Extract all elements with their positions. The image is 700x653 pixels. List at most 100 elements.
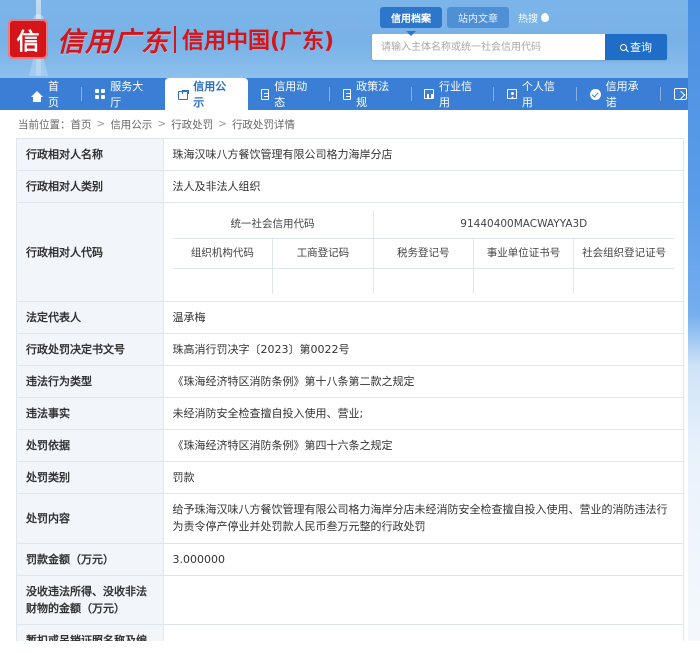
row-value: 法人及非法人组织 <box>163 170 684 204</box>
row-value: 《珠海经济特区消防条例》第四十六条之规定 <box>163 429 684 463</box>
search-tabs: 信用档案 站内文章 热搜 <box>372 7 667 36</box>
breadcrumb-item-current: 行政处罚详情 <box>231 118 295 131</box>
code-header: 社会组织登记证号 <box>573 238 674 269</box>
code-header: 工商登记码 <box>272 238 374 269</box>
row-label: 没收违法所得、没收非法财物的金额（万元） <box>17 575 164 625</box>
nav-label: 首页 <box>48 80 59 109</box>
search-tab-credit-archive[interactable]: 信用档案 <box>380 7 442 36</box>
table-row: 处罚类别 罚款 <box>17 461 684 495</box>
row-label: 处罚类别 <box>17 461 164 495</box>
table-row-penalty-content: 处罚内容 给予珠海汉味八方餐饮管理有限公司格力海岸分店未经消防安全检查擅自投入使… <box>17 493 684 544</box>
search-button-label: 查询 <box>630 41 652 54</box>
doc-icon <box>260 88 270 100</box>
table-row: 违法行为类型 《珠海经济特区消防条例》第十八条第二款之规定 <box>17 365 684 399</box>
search-input[interactable] <box>372 34 605 60</box>
table-row: 行政处罚决定书文号 珠高消行罚决字〔2023〕第0022号 <box>17 333 684 367</box>
row-value: 温承梅 <box>163 301 684 335</box>
row-label: 罚款金额（万元） <box>17 543 164 576</box>
main-nav: 首页 服务大厅 信用公示 信用动态 政策法规 行业信用 个人信用 信用承诺 <box>0 78 700 110</box>
code-value <box>473 268 575 295</box>
breadcrumb-item-credit-publicity[interactable]: 信用公示 <box>110 117 152 132</box>
row-label: 行政相对人名称 <box>17 139 164 172</box>
code-value <box>172 268 274 295</box>
row-label: 行政处罚决定书文号 <box>17 333 164 367</box>
table-row: 罚款金额（万元） 3.000000 <box>17 543 684 576</box>
badge-icon <box>177 89 190 100</box>
uscc-value: 91440400MACWAYYA3D <box>373 210 674 240</box>
footer-strip <box>0 641 700 653</box>
row-label: 处罚依据 <box>17 429 164 463</box>
row-value: 珠高消行罚决字〔2023〕第0022号 <box>163 333 684 367</box>
search-icon <box>620 43 627 51</box>
code-header: 组织机构代码 <box>172 238 274 269</box>
row-label: 处罚内容 <box>17 493 164 544</box>
code-value <box>373 268 474 295</box>
search-tab-hot[interactable]: 热搜 <box>514 7 553 28</box>
home-icon <box>31 91 43 102</box>
entity-code-subtable-cell: 统一社会信用代码 91440400MACWAYYA3D 组织机构代码 工商登记码… <box>163 202 684 303</box>
grid-icon <box>94 88 105 100</box>
nav-item-credit-news[interactable]: 信用动态 <box>248 78 329 110</box>
row-value: 给予珠海汉味八方餐饮管理有限公司格力海岸分店未经消防安全检查擅自投入使用、营业的… <box>163 493 684 544</box>
breadcrumb-separator: > <box>218 118 227 130</box>
code-value <box>272 268 374 295</box>
site-logo[interactable]: 信 信用广东 信用中国(广东) <box>8 19 334 59</box>
nav-label: 服务大厅 <box>110 80 144 109</box>
nav-label: 信用动态 <box>274 80 308 109</box>
search-submit-button[interactable]: 查询 <box>605 34 667 60</box>
expand-icon <box>674 88 688 100</box>
flame-icon <box>540 12 550 23</box>
row-value: 3.000000 <box>163 543 684 576</box>
hot-label: 热搜 <box>518 14 538 25</box>
code-header: 事业单位证书号 <box>473 238 575 269</box>
nav-item-service-hall[interactable]: 服务大厅 <box>82 78 165 110</box>
nav-label: 信用承诺 <box>605 80 639 109</box>
row-label: 行政相对人代码 <box>17 202 164 303</box>
breadcrumb-prefix: 当前位置： <box>18 118 71 131</box>
nav-label: 信用公示 <box>193 80 227 109</box>
table-row: 行政相对人名称 珠海汉味八方餐饮管理有限公司格力海岸分店 <box>17 139 684 172</box>
table-row: 处罚依据 《珠海经济特区消防条例》第四十六条之规定 <box>17 429 684 463</box>
doc-icon <box>342 88 352 100</box>
page-edge-strip <box>688 0 700 653</box>
breadcrumb-separator: > <box>96 118 106 130</box>
nav-item-credit-publicity[interactable]: 信用公示 <box>164 78 248 110</box>
nav-item-home[interactable]: 首页 <box>18 78 81 110</box>
nav-label: 行业信用 <box>439 80 472 109</box>
nav-item-credit-commitment[interactable]: 信用承诺 <box>577 78 660 110</box>
breadcrumb: 当前位置： 首页 > 信用公示 > 行政处罚 > 行政处罚详情 <box>0 110 700 138</box>
logo-divider <box>174 25 176 53</box>
subtable-row-values <box>172 268 675 295</box>
logo-main-text: 信用广东 <box>57 26 169 58</box>
nav-label: 政策法规 <box>356 80 390 109</box>
nav-item-industry-credit[interactable]: 行业信用 <box>411 78 493 110</box>
table-row: 没收违法所得、没收非法财物的金额（万元） <box>17 575 684 625</box>
uscc-label: 统一社会信用代码 <box>172 210 374 240</box>
table-row-entity-code: 行政相对人代码 统一社会信用代码 91440400MACWAYYA3D 组织机构… <box>17 202 684 303</box>
row-label: 法定代表人 <box>17 301 164 335</box>
check-circle-icon <box>590 88 601 100</box>
breadcrumb-separator: > <box>157 118 167 130</box>
nav-item-personal-credit[interactable]: 个人信用 <box>494 78 576 110</box>
nav-label: 个人信用 <box>521 80 555 109</box>
table-row: 违法事实 未经消防安全检查擅自投入使用、营业; <box>17 397 684 431</box>
code-value <box>574 268 674 294</box>
search-tab-site-articles[interactable]: 站内文章 <box>447 7 509 28</box>
subtable-row-headers: 组织机构代码 工商登记码 税务登记号 事业单位证书号 社会组织登记证号 <box>172 238 674 269</box>
row-value: 珠海汉味八方餐饮管理有限公司格力海岸分店 <box>163 139 684 172</box>
breadcrumb-item-home[interactable]: 首页 <box>71 117 92 132</box>
seal-icon: 信 <box>8 19 48 59</box>
table-row: 法定代表人 温承梅 <box>17 301 684 335</box>
subtable-row-uscc: 统一社会信用代码 91440400MACWAYYA3D <box>172 210 674 240</box>
row-value: 未经消防安全检查擅自投入使用、营业; <box>163 397 684 431</box>
penalty-detail-table: 行政相对人名称 珠海汉味八方餐饮管理有限公司格力海岸分店 行政相对人类别 法人及… <box>16 138 684 653</box>
breadcrumb-item-admin-penalty[interactable]: 行政处罚 <box>171 117 213 132</box>
code-header: 税务登记号 <box>373 238 474 269</box>
nav-item-policy-regulations[interactable]: 政策法规 <box>330 78 411 110</box>
bank-icon <box>424 89 434 99</box>
table-row: 行政相对人类别 法人及非法人组织 <box>17 170 684 204</box>
site-header: 信 信用广东 信用中国(广东) 信用档案 站内文章 热搜 查询 <box>0 0 700 78</box>
search-bar: 查询 <box>372 34 667 60</box>
row-label: 违法行为类型 <box>17 365 164 399</box>
person-icon <box>507 89 517 99</box>
